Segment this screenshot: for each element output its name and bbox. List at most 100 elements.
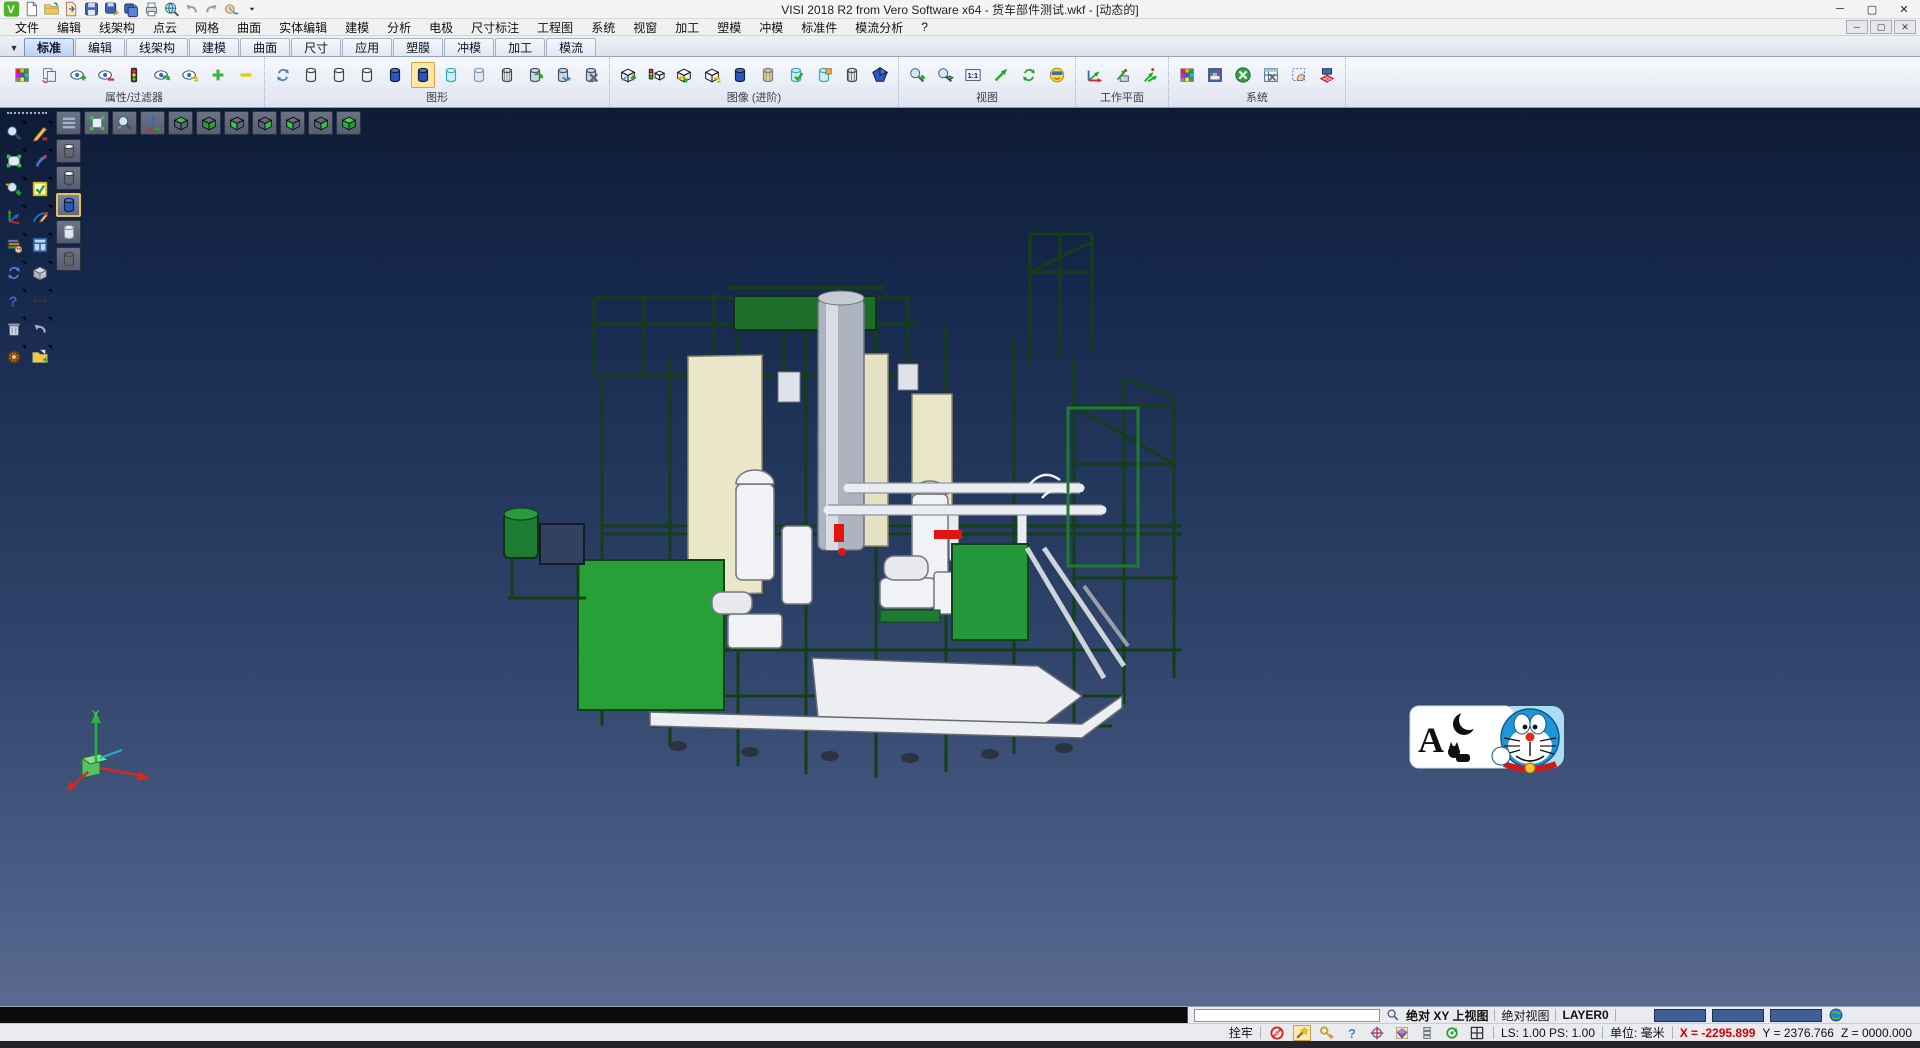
magic-wand-icon[interactable] xyxy=(1293,1025,1311,1041)
wireframe-style-1-icon[interactable] xyxy=(299,62,323,88)
delete-trash-icon[interactable] xyxy=(2,317,26,341)
tab-模流[interactable]: 模流 xyxy=(546,38,596,56)
view-bottom-icon[interactable] xyxy=(196,111,221,135)
tab-曲面[interactable]: 曲面 xyxy=(240,38,290,56)
qat-dropdown-icon[interactable] xyxy=(243,1,260,17)
shaded-style-icon[interactable] xyxy=(383,62,407,88)
update-graphics-icon[interactable] xyxy=(551,62,575,88)
selection-options-icon[interactable] xyxy=(1287,62,1311,88)
menu-13[interactable]: 系统 xyxy=(582,19,624,36)
regen-view-icon[interactable] xyxy=(2,261,26,285)
undo-gray-icon[interactable] xyxy=(28,317,52,341)
search-icon[interactable] xyxy=(1386,1008,1400,1022)
dock-grip[interactable] xyxy=(7,112,47,117)
menu-10[interactable]: 电极 xyxy=(420,19,462,36)
zoom-all-icon[interactable] xyxy=(933,62,957,88)
preview-icon[interactable] xyxy=(163,1,180,17)
attribute-books-icon[interactable] xyxy=(2,233,26,257)
export-folder-icon[interactable] xyxy=(28,345,52,369)
menu-5[interactable]: 网格 xyxy=(186,19,228,36)
workplane-axis-icon[interactable] xyxy=(1082,62,1106,88)
tab-冲模[interactable]: 冲模 xyxy=(444,38,494,56)
view-front-icon[interactable] xyxy=(224,111,249,135)
menu-18[interactable]: 标准件 xyxy=(792,19,846,36)
snap-settings-icon[interactable] xyxy=(1368,1025,1386,1041)
search-input[interactable] xyxy=(1194,1009,1380,1022)
graphics-refresh-icon[interactable] xyxy=(271,62,295,88)
copy-attributes-icon[interactable] xyxy=(38,62,62,88)
regen-graphics-icon[interactable] xyxy=(523,62,547,88)
layer-list-icon[interactable] xyxy=(56,111,81,135)
view-add-icon[interactable] xyxy=(616,62,640,88)
filter-add-icon[interactable] xyxy=(206,62,230,88)
visibility-refresh-icon[interactable] xyxy=(150,62,174,88)
curve-pencil-icon[interactable] xyxy=(28,205,52,229)
axis-origin-icon[interactable] xyxy=(140,111,165,135)
tab-塑膜[interactable]: 塑膜 xyxy=(393,38,443,56)
layer-color-swatch-1[interactable] xyxy=(1654,1009,1706,1022)
view-refresh-icon[interactable] xyxy=(672,62,696,88)
zoom-window-icon[interactable] xyxy=(112,111,137,135)
zoom-1-1-icon[interactable]: 1:1 xyxy=(961,62,985,88)
shaded-mode-icon[interactable] xyxy=(868,62,892,88)
validate-check-icon[interactable] xyxy=(28,177,52,201)
view-iso-icon[interactable] xyxy=(336,111,361,135)
save-as-icon[interactable] xyxy=(103,1,120,17)
menu-14[interactable]: 视窗 xyxy=(624,19,666,36)
system-settings-icon[interactable] xyxy=(1231,62,1255,88)
tab-编辑[interactable]: 编辑 xyxy=(75,38,125,56)
close-button[interactable]: ✕ xyxy=(1888,0,1920,18)
display-ghost-icon[interactable] xyxy=(56,220,81,244)
layer-label[interactable]: LAYER0 xyxy=(1562,1008,1608,1022)
options-table-icon[interactable] xyxy=(1259,62,1283,88)
tab-加工[interactable]: 加工 xyxy=(495,38,545,56)
tab-建模[interactable]: 建模 xyxy=(189,38,239,56)
menu-3[interactable]: 线架构 xyxy=(90,19,144,36)
workplane-align-icon[interactable] xyxy=(1138,62,1162,88)
transparent-style-icon[interactable] xyxy=(439,62,463,88)
view-toggle-icon[interactable] xyxy=(700,62,724,88)
wcs-axis-icon[interactable] xyxy=(2,205,26,229)
workplane-move-icon[interactable] xyxy=(1110,62,1134,88)
fit-view-icon[interactable] xyxy=(84,111,109,135)
view-mode-label[interactable]: 绝对 XY 上视图 xyxy=(1406,1007,1488,1024)
display-hidden-line-icon[interactable] xyxy=(56,166,81,190)
help-query-icon[interactable]: ? xyxy=(2,289,26,313)
hide-remove-icon[interactable] xyxy=(94,62,118,88)
view-back-icon[interactable] xyxy=(252,111,277,135)
color-palette-icon[interactable] xyxy=(1175,62,1199,88)
undo-icon[interactable] xyxy=(183,1,200,17)
menu-15[interactable]: 加工 xyxy=(666,19,708,36)
menu-4[interactable]: 点云 xyxy=(144,19,186,36)
mdi-close-button[interactable]: ✕ xyxy=(1894,20,1916,34)
zoom-extents-icon[interactable] xyxy=(989,62,1013,88)
grid-settings-icon[interactable] xyxy=(1315,62,1339,88)
solid-hatched-icon[interactable] xyxy=(840,62,864,88)
menu-17[interactable]: 冲模 xyxy=(750,19,792,36)
layer-color-swatch-2[interactable] xyxy=(1712,1009,1764,1022)
maximize-button[interactable]: ▢ xyxy=(1856,0,1888,18)
save-icon[interactable] xyxy=(83,1,100,17)
menu-16[interactable]: 塑模 xyxy=(708,19,750,36)
solid-export-icon[interactable] xyxy=(812,62,836,88)
menu-19[interactable]: 模流分析 xyxy=(846,19,912,36)
solid-striped-icon[interactable] xyxy=(756,62,780,88)
view-top-icon[interactable] xyxy=(168,111,193,135)
window-layout-icon[interactable] xyxy=(28,233,52,257)
filter-remove-icon[interactable] xyxy=(234,62,258,88)
menu-20[interactable]: ? xyxy=(912,20,937,34)
render-mode-icon[interactable] xyxy=(1045,62,1069,88)
measure-distance-icon[interactable] xyxy=(28,289,52,313)
ghost-style-icon[interactable] xyxy=(467,62,491,88)
zoom-options-icon[interactable] xyxy=(2,177,26,201)
solid-preview-icon[interactable] xyxy=(1393,1025,1411,1041)
tab-应用[interactable]: 应用 xyxy=(342,38,392,56)
absolute-view-label[interactable]: 绝对视图 xyxy=(1501,1007,1549,1024)
history-icon[interactable] xyxy=(223,1,240,17)
menu-9[interactable]: 分析 xyxy=(378,19,420,36)
layer-stack-icon[interactable] xyxy=(1418,1025,1436,1041)
menu-1[interactable]: 文件 xyxy=(6,19,48,36)
zoom-in-icon[interactable] xyxy=(905,62,929,88)
view-regen-icon[interactable] xyxy=(1017,62,1041,88)
lock-label[interactable]: 拴牢 xyxy=(1229,1024,1253,1041)
